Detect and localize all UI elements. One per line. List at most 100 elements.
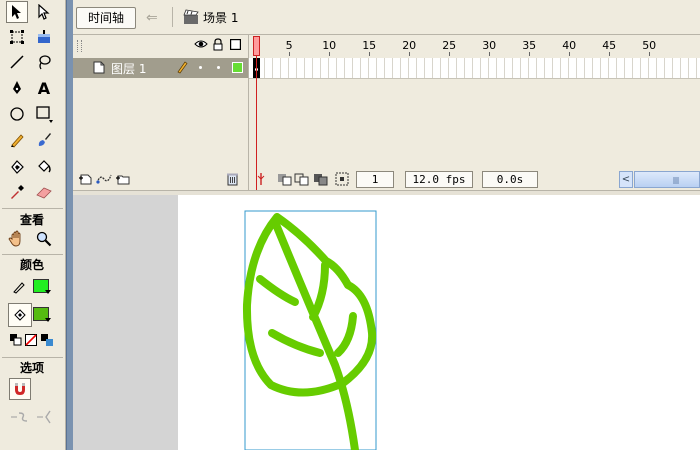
frame-number-label: 15 (362, 39, 377, 52)
frame-number-label: 10 (322, 39, 337, 52)
timeline-horizontal-scrollbar[interactable]: < (619, 171, 700, 188)
eraser-icon[interactable] (33, 181, 55, 203)
onion-skin-outlines-icon[interactable] (294, 172, 310, 189)
paint-bucket-icon[interactable] (33, 155, 55, 177)
swap-colors-icon[interactable] (40, 332, 54, 348)
insert-layer-icon[interactable] (78, 172, 94, 189)
lock-icon[interactable] (213, 38, 223, 54)
layer-footer (73, 170, 248, 190)
show-hide-eye-icon[interactable] (194, 38, 208, 53)
tools-panel: A 查看 颜色 选项 (0, 0, 66, 450)
frame-number-label: 5 (285, 39, 293, 52)
fill-color-dropdown-icon[interactable] (45, 318, 51, 322)
frame-tick (369, 52, 370, 56)
subselect-tool-icon[interactable] (33, 1, 55, 23)
add-motion-guide-icon[interactable] (95, 172, 113, 189)
stage-canvas[interactable] (178, 195, 700, 450)
modify-onion-markers-icon[interactable] (335, 172, 349, 189)
leaf-midrib-stroke (271, 218, 359, 450)
layers-pane: 图层 1 (73, 35, 249, 190)
leaf-vein-stroke (256, 275, 299, 306)
frame-row[interactable] (249, 58, 700, 79)
straighten-icon (34, 406, 56, 428)
tools-separator (2, 208, 63, 209)
frame-rate-field[interactable]: 12.0 fps (405, 171, 473, 188)
fill-transform-icon[interactable] (33, 26, 55, 48)
frames-pane: 15101520253035404550 1 12.0 fps 0.0s (249, 35, 700, 190)
eyedropper-icon[interactable] (6, 181, 28, 203)
frame-tick (409, 52, 410, 56)
text-tool-icon[interactable]: A (33, 77, 55, 99)
frame-tick (449, 52, 450, 56)
layer-lock-dot[interactable] (217, 66, 220, 69)
line-tool-icon[interactable] (6, 51, 28, 73)
no-color-icon[interactable] (24, 332, 38, 348)
brush-tool-icon[interactable] (33, 129, 55, 151)
back-arrow-icon[interactable]: ⇐ (146, 10, 158, 26)
frame-number-label: 35 (522, 39, 537, 52)
leaf-drawing[interactable] (178, 195, 700, 450)
frame-number-label: 50 (642, 39, 657, 52)
edit-multiple-frames-icon[interactable] (313, 172, 329, 189)
scrollbar-thumb[interactable] (634, 171, 700, 188)
frame-number-label: 25 (442, 39, 457, 52)
frame-tick (609, 52, 610, 56)
smooth-icon (8, 406, 30, 428)
options-section-label: 选项 (19, 361, 44, 375)
layer-outline-color[interactable] (232, 62, 243, 73)
delete-layer-icon[interactable] (226, 172, 239, 189)
layer-page-icon (93, 61, 105, 77)
edit-bar: 时间轴 ⇐ 场景 1 (73, 0, 700, 35)
hand-tool-icon[interactable] (6, 228, 28, 250)
frame-number-label: 40 (562, 39, 577, 52)
ink-bottle-icon[interactable] (6, 155, 28, 177)
frame-tick (489, 52, 490, 56)
current-frame-field[interactable]: 1 (356, 171, 394, 188)
arrow-tool-icon[interactable] (6, 1, 28, 23)
scene-clapper-icon (183, 9, 199, 28)
elapsed-time-field: 0.0s (482, 171, 538, 188)
frame-number-label: 30 (482, 39, 497, 52)
work-area[interactable] (73, 195, 700, 450)
onion-skin-icon[interactable] (277, 172, 293, 189)
frame-tick (329, 52, 330, 56)
leaf-vein-stroke (334, 312, 357, 357)
lasso-tool-icon[interactable] (33, 51, 55, 73)
insert-layer-folder-icon[interactable] (115, 172, 131, 189)
snap-magnet-icon[interactable] (9, 378, 31, 400)
oval-tool-icon[interactable] (6, 103, 28, 125)
frame-tick (289, 52, 290, 56)
scene-breadcrumb[interactable]: 场景 1 (203, 9, 238, 26)
fill-color-icon[interactable] (8, 303, 32, 327)
frame-number-label: 20 (402, 39, 417, 52)
free-transform-icon[interactable] (6, 26, 28, 48)
playhead[interactable] (253, 36, 260, 56)
stroke-color-dropdown-icon[interactable] (45, 290, 51, 294)
pen-tool-icon[interactable] (6, 77, 28, 99)
text-tool-glyph: A (37, 78, 51, 98)
outline-icon[interactable] (229, 38, 242, 53)
frames-footer: 1 12.0 fps 0.0s < (249, 170, 700, 190)
scroll-left-arrow-icon[interactable]: < (619, 171, 633, 188)
frame-tick (529, 52, 530, 56)
layer-pencil-icon (176, 60, 188, 77)
pencil-tool-icon[interactable] (6, 129, 28, 151)
layer-row[interactable]: 图层 1 (73, 58, 248, 78)
leaf-vein-stroke (309, 261, 329, 321)
toolbar-divider (172, 7, 173, 27)
panel-grip[interactable] (77, 40, 82, 52)
timeline-toggle-button[interactable]: 时间轴 (76, 7, 136, 29)
tools-separator (2, 357, 63, 358)
stroke-color-icon (8, 276, 30, 298)
layer-name[interactable]: 图层 1 (111, 60, 146, 77)
layer-header (73, 35, 248, 57)
center-frame-icon[interactable] (255, 172, 267, 189)
black-white-icon[interactable] (9, 332, 23, 348)
view-section-label: 查看 (19, 213, 44, 227)
tools-separator (2, 254, 63, 255)
leaf-vein-stroke (268, 329, 324, 357)
frame-ruler[interactable]: 15101520253035404550 (249, 35, 700, 57)
rectangle-tool-icon[interactable] (33, 103, 55, 125)
zoom-tool-icon[interactable] (33, 228, 55, 250)
layer-visibility-dot[interactable] (199, 66, 202, 69)
